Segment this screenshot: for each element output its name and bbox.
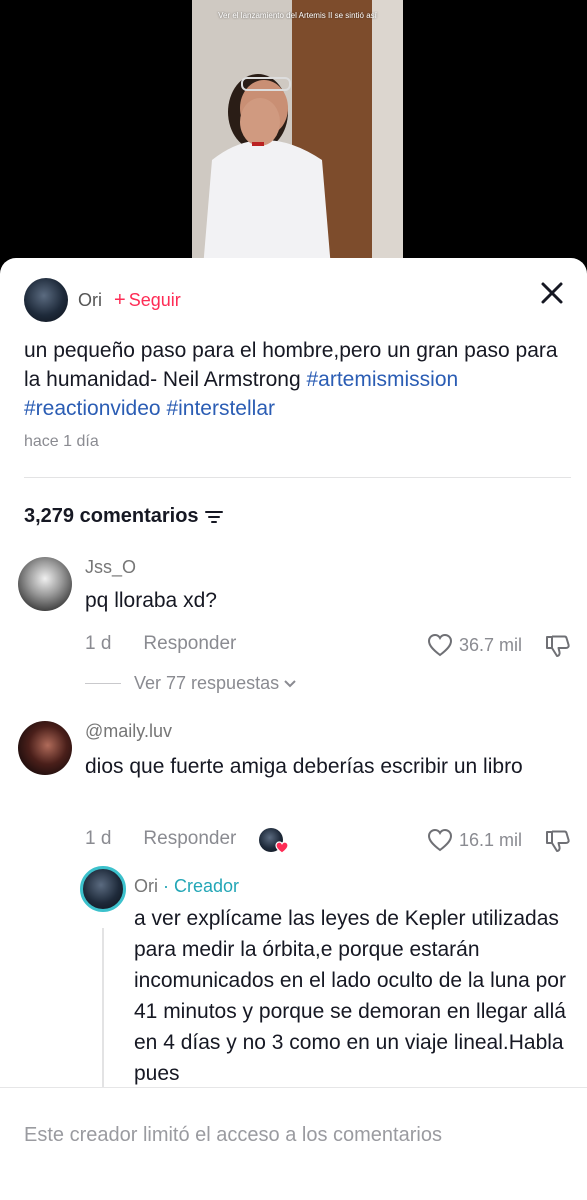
like-count: 16.1 mil [458,829,522,850]
chevron-down-icon [284,679,296,687]
commenter-name[interactable]: Jss_O [85,557,136,578]
comment-meta: 1 d Responder [85,633,236,655]
comment-input-bar: Este creador limitó el acceso a los come… [0,1087,587,1200]
comment-text: pq lloraba xd? [85,589,217,612]
divider [85,683,121,684]
commenter-avatar[interactable] [18,721,72,775]
video-frame [192,0,403,280]
like-button[interactable]: 16.1 mil [427,828,522,852]
commenter-name[interactable]: @maily.luv [85,721,172,742]
post-caption: un pequeño paso para el hombre,pero un g… [24,336,572,423]
creator-avatar[interactable] [80,866,126,912]
author-name[interactable]: Ori [78,290,102,311]
comment-count-row[interactable]: 3,279 comentarios [24,505,223,528]
video-area[interactable]: Ver el lanzamiento del Artemis II se sin… [0,0,587,280]
hashtag-link[interactable]: #reactionvideo [24,397,161,420]
plus-icon: + [114,289,126,311]
creator-reply-text: a ver explícame las leyes de Kepler util… [134,907,566,1085]
heart-outline-icon [427,633,452,657]
creator-name[interactable]: Ori [134,876,158,896]
sort-icon[interactable] [204,510,223,524]
dislike-icon[interactable] [544,633,572,659]
view-replies-link[interactable]: Ver 77 respuestas [85,673,297,694]
video-overlay-text: Ver el lanzamiento del Artemis II se sin… [218,11,377,20]
comment-age: 1 d [85,633,112,654]
close-icon[interactable] [539,280,565,306]
comment-item: @maily.luv dios que fuerte amiga debería… [18,721,578,861]
comment-item: Jss_O pq lloraba xd? 1 d Responder 36.7 … [18,557,578,707]
heart-outline-icon [427,828,452,852]
comment-age: 1 d [85,828,112,849]
comment-text: dios que fuerte amiga deberías escribir … [85,755,523,778]
video-player[interactable]: Ver el lanzamiento del Artemis II se sin… [192,0,403,280]
comments-sheet: Ori + Seguir un pequeño paso para el hom… [0,258,587,1200]
reply-thread-line [102,928,104,1088]
commenter-avatar[interactable] [18,557,72,611]
comments-restricted-notice: Este creador limitó el acceso a los come… [24,1124,442,1146]
post-timestamp: hace 1 día [24,433,99,450]
creator-badge: Creador [174,876,240,896]
dislike-icon[interactable] [544,828,572,854]
creator-name-row: Ori · Creador [134,876,239,897]
hashtag-link[interactable]: #artemismission [306,368,458,391]
comment-count: 3,279 comentarios [24,505,199,527]
heart-icon [275,841,289,854]
reply-button[interactable]: Responder [143,633,236,655]
creator-liked-icon [259,828,289,854]
hashtag-link[interactable]: #interstellar [166,397,275,420]
follow-label: Seguir [128,289,181,310]
divider [24,477,571,478]
author-avatar[interactable] [24,278,68,322]
like-count: 36.7 mil [458,634,522,655]
creator-separator: · [158,876,174,896]
comment-meta: 1 d Responder [85,828,236,850]
caption-text: un pequeño paso para el hombre,pero un g… [24,339,558,391]
follow-button[interactable]: + Seguir [114,290,181,311]
reply-button[interactable]: Responder [143,828,236,850]
author-row: Ori + Seguir [24,278,181,322]
like-button[interactable]: 36.7 mil [427,633,522,657]
view-replies-label: Ver 77 respuestas [134,673,280,693]
